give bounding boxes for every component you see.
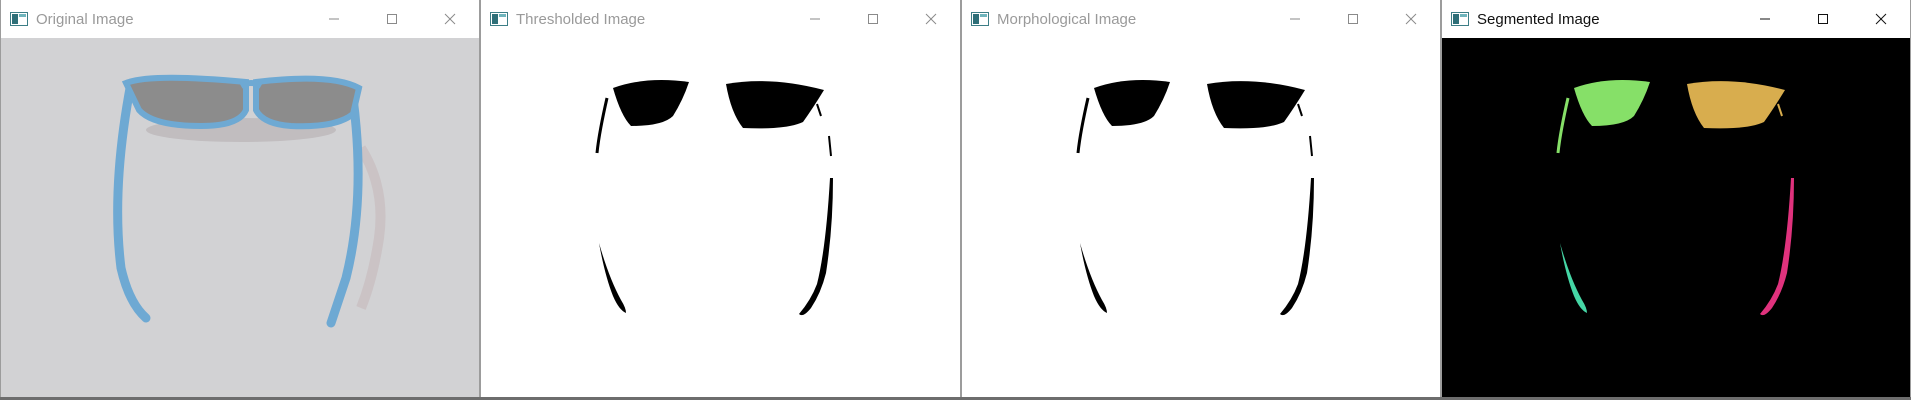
segmentation-map [1442,38,1910,400]
maximize-icon [1348,14,1358,24]
minimize-icon [810,18,820,20]
close-icon [444,13,456,25]
window-segmented-image[interactable]: Segmented Image [1441,0,1911,400]
close-icon [1875,13,1887,25]
window-controls [1266,0,1440,38]
titlebar[interactable]: Morphological Image [962,0,1440,38]
segmented-image-canvas [1442,38,1910,400]
sunglasses-photo [1,38,479,400]
window-title: Original Image [36,10,134,28]
window-title: Segmented Image [1477,10,1600,28]
window-controls [305,0,479,38]
minimize-button[interactable] [305,0,363,38]
close-button[interactable] [1852,0,1910,38]
window-morphological-image[interactable]: Morphological Image [961,0,1441,400]
app-window-icon[interactable] [1449,0,1471,38]
titlebar[interactable]: Segmented Image [1442,0,1910,38]
binary-mask [481,38,960,400]
minimize-button[interactable] [1736,0,1794,38]
close-icon [1405,13,1417,25]
window-controls [786,0,960,38]
maximize-button[interactable] [1324,0,1382,38]
desktop: Original Image Thresholded Image Morphol… [0,0,1911,400]
window-title: Thresholded Image [516,10,646,28]
original-image-canvas [1,38,479,400]
close-icon [925,13,937,25]
maximize-icon [1818,14,1828,24]
app-window-icon[interactable] [8,0,30,38]
close-button[interactable] [1382,0,1440,38]
maximize-icon [868,14,878,24]
window-controls [1736,0,1910,38]
app-window-icon[interactable] [488,0,510,38]
morphology-mask [962,38,1440,400]
close-button[interactable] [421,0,479,38]
window-title: Morphological Image [997,10,1137,28]
app-window-icon[interactable] [969,0,991,38]
close-button[interactable] [902,0,960,38]
minimize-icon [1290,18,1300,20]
titlebar[interactable]: Thresholded Image [481,0,960,38]
maximize-button[interactable] [1794,0,1852,38]
minimize-button[interactable] [786,0,844,38]
maximize-button[interactable] [363,0,421,38]
thresholded-image-canvas [481,38,960,400]
minimize-button[interactable] [1266,0,1324,38]
window-thresholded-image[interactable]: Thresholded Image [480,0,961,400]
maximize-button[interactable] [844,0,902,38]
morphological-image-canvas [962,38,1440,400]
minimize-icon [1760,18,1770,20]
window-original-image[interactable]: Original Image [0,0,480,400]
minimize-icon [329,18,339,20]
titlebar[interactable]: Original Image [1,0,479,38]
maximize-icon [387,14,397,24]
